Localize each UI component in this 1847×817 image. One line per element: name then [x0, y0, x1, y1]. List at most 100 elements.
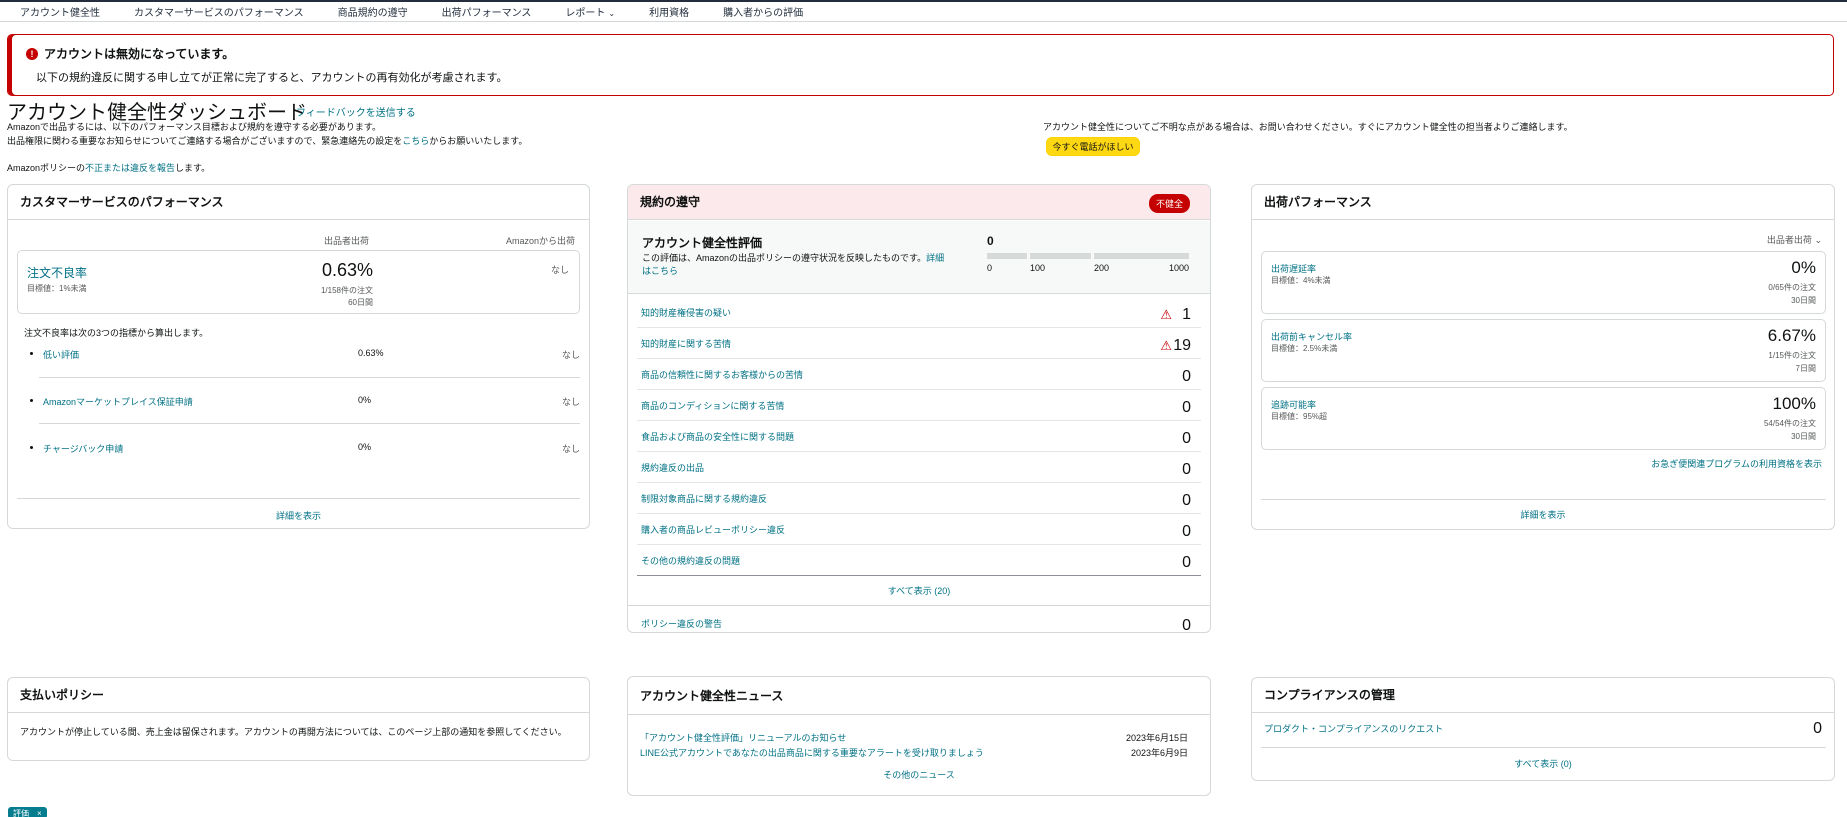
late-shipment-link[interactable]: 出荷遅延率 — [1271, 262, 1316, 275]
ahr-tick: 0 — [987, 263, 993, 273]
news-title: アカウント健全性ニュース — [628, 677, 1210, 715]
violation-row: 制限対象商品に関する規約違反 0 — [637, 483, 1201, 514]
nav-reports[interactable]: レポート ⌄ — [565, 4, 615, 19]
top-navigation: アカウント健全性 カスタマーサービスのパフォーマンス 商品規約の遵守 出荷パフォ… — [0, 0, 1847, 22]
warning-triangle-icon: ⚠ — [1160, 307, 1172, 322]
compliance-count: 0 — [1813, 720, 1822, 737]
sub-metric-value: 0% — [358, 395, 372, 405]
divider — [1261, 747, 1826, 748]
odr-link[interactable]: 注文不良率 — [27, 264, 87, 281]
a-to-z-claims-link[interactable]: Amazonマーケットプレイス保証申請 — [43, 395, 193, 408]
violation-row: 商品のコンディションに関する苦情 0 — [637, 390, 1201, 421]
metric-count: 54/54件の注文 — [1763, 419, 1816, 428]
compliance-management-card: コンプライアンスの管理 プロダクト・コンプライアンスのリクエスト 0 すべて表示… — [1251, 677, 1835, 781]
compliance-title: コンプライアンスの管理 — [1252, 678, 1834, 713]
nav-eligibility[interactable]: 利用資格 — [649, 4, 689, 19]
status-badge: 不健全 — [1148, 194, 1190, 213]
metric-period: 7日間 — [1795, 364, 1816, 373]
violation-row: 商品の信頼性に関するお客様からの苦情 0 — [637, 359, 1201, 390]
report-suffix: します。 — [175, 163, 211, 173]
nav-buyer-feedback[interactable]: 購入者からの評価 — [723, 4, 803, 19]
divider — [17, 498, 580, 499]
nav-account-health[interactable]: アカウント健全性 — [20, 4, 100, 19]
odr-count: 1/158件の注文 — [320, 286, 373, 295]
cancel-rate-box: 出荷前キャンセル率 目標値：2.5%未満 6.67% 1/15件の注文 7日間 — [1261, 319, 1826, 382]
divider — [39, 423, 580, 424]
chevron-down-icon: ⌄ — [608, 9, 616, 18]
metric-target: 目標値：4%未満 — [1271, 276, 1331, 285]
metric-period: 30日間 — [1791, 296, 1816, 305]
customer-details-link[interactable]: 詳細を表示 — [8, 509, 589, 522]
ahr-score: 0 — [987, 234, 994, 248]
alert-body: 以下の規約違反に関する申し立てが正常に完了すると、アカウントの再有効化が考慮され… — [36, 72, 508, 84]
policy-compliance-card: 規約の遵守 不健全 アカウント健全性評価 この評価は、Amazonの出品ポリシー… — [627, 184, 1211, 633]
fba-header: Amazonから出荷 — [505, 236, 575, 246]
authenticity-complaints-link[interactable]: 商品の信頼性に関するお客様からの苦情 — [641, 368, 803, 381]
nav-policy-compliance[interactable]: 商品規約の遵守 — [338, 4, 408, 19]
intro-line-1: Amazonで出品するには、以下のパフォーマンス目標および規約を遵守する必要があ… — [7, 122, 381, 132]
nav-customer-service[interactable]: カスタマーサービスのパフォーマンス — [134, 4, 304, 19]
violation-count: 0 — [1182, 492, 1191, 509]
violation-row: 購入者の商品レビューポリシー違反 0 — [637, 514, 1201, 545]
divider — [1261, 499, 1826, 500]
chip-label: 評価 — [13, 808, 29, 817]
news-item: LINE公式アカウントであなたの出品商品に関する重要なアラートを受け取りましょう… — [640, 746, 1200, 759]
show-all-violations-link[interactable]: すべて表示 (20) — [628, 584, 1210, 597]
ip-suspected-link[interactable]: 知的財産権侵害の疑い — [641, 306, 731, 319]
violation-row: 規約違反の出品 0 — [637, 452, 1201, 483]
ip-complaints-link[interactable]: 知的財産に関する苦情 — [641, 337, 731, 350]
tracking-rate-link[interactable]: 追跡可能率 — [1271, 398, 1316, 411]
report-prefix: Amazonポリシーの — [7, 163, 86, 173]
feedback-link[interactable]: フィードバックを送信する — [296, 104, 416, 119]
violation-count: 0 — [1182, 617, 1191, 633]
more-news-link[interactable]: その他のニュース — [628, 768, 1210, 781]
metric-target: 目標値：95%超 — [1271, 412, 1328, 421]
intro-line-2-tail: からお願いいたします。 — [429, 136, 528, 146]
chargeback-link[interactable]: チャージバック申請 — [43, 442, 123, 455]
review-policy-link[interactable]: 購入者の商品レビューポリシー違反 — [641, 523, 785, 536]
sub-metric-fba: なし — [561, 350, 580, 360]
report-line: Amazonポリシーの不正または違反を報告します。 — [7, 161, 210, 174]
metric-value: 100% — [1772, 394, 1816, 413]
cancel-rate-link[interactable]: 出荷前キャンセル率 — [1271, 330, 1352, 343]
contact-text: アカウント健全性についてご不明な点がある場合は、お問い合わせください。すぐにアカ… — [1043, 122, 1573, 132]
compliance-show-all-link[interactable]: すべて表示 (0) — [1252, 757, 1834, 770]
call-me-button[interactable]: 今すぐ電話がほしい — [1046, 137, 1140, 156]
listing-violations-link[interactable]: 規約違反の出品 — [641, 461, 704, 474]
report-violation-link[interactable]: 不正または違反を報告 — [85, 163, 175, 173]
seller-fulfilled-header: 出品者出荷 — [324, 236, 370, 246]
policy-warnings-link[interactable]: ポリシー違反の警告 — [641, 617, 722, 630]
fulfillment-filter-dropdown[interactable]: 出品者出荷 ⌄ — [1767, 233, 1822, 246]
nav-reports-label: レポート — [565, 8, 606, 19]
divider — [628, 605, 1210, 606]
news-link[interactable]: LINE公式アカウントであなたの出品商品に関する重要なアラートを受け取りましょう — [640, 748, 984, 758]
ahr-bar-critical — [987, 253, 1027, 259]
divider — [39, 377, 580, 378]
rating-chip[interactable]: 評価 × — [8, 807, 47, 817]
payment-policy-card: 支払いポリシー アカウントが停止している間、売上金は留保されます。アカウントの再… — [7, 677, 590, 761]
other-violations-link[interactable]: その他の規約違反の問題 — [641, 554, 740, 567]
close-icon[interactable]: × — [37, 809, 42, 817]
ahr-title: アカウント健全性評価 — [642, 236, 763, 250]
alert-title: アカウントは無効になっています。 — [44, 47, 235, 61]
news-link[interactable]: 「アカウント健全性評価」リニューアルのお知らせ — [640, 733, 846, 743]
violation-count: 0 — [1182, 368, 1191, 385]
payment-policy-text: アカウントが停止している間、売上金は留保されます。アカウントの再開方法については… — [20, 727, 567, 737]
violation-count: 1 — [1182, 306, 1191, 323]
nav-shipping-performance[interactable]: 出荷パフォーマンス — [442, 4, 532, 19]
restricted-products-link[interactable]: 制限対象商品に関する規約違反 — [641, 492, 767, 505]
emergency-contact-link[interactable]: こちら — [402, 136, 429, 146]
condition-complaints-link[interactable]: 商品のコンディションに関する苦情 — [641, 399, 784, 412]
chevron-down-icon: ⌄ — [1814, 235, 1822, 245]
calc-note: 注文不良率は次の3つの指標から算出します。 — [24, 328, 209, 338]
compliance-request-link[interactable]: プロダクト・コンプライアンスのリクエスト — [1264, 722, 1443, 735]
negative-feedback-link[interactable]: 低い評価 — [43, 348, 79, 361]
fast-shipping-eligibility-link[interactable]: お急ぎ便関連プログラムの利用資格を表示 — [1651, 457, 1822, 470]
sub-metric-row: チャージバック申請 0% なし — [30, 442, 580, 462]
fulfillment-filter-label: 出品者出荷 — [1766, 235, 1812, 245]
safety-issues-link[interactable]: 食品および商品の安全性に関する問題 — [641, 430, 794, 443]
account-deactivated-alert: ! アカウントは無効になっています。 以下の規約違反に関する申し立てが正常に完了… — [7, 34, 1834, 96]
shipping-details-link[interactable]: 詳細を表示 — [1252, 508, 1834, 521]
account-health-rating: アカウント健全性評価 この評価は、Amazonの出品ポリシーの遵守状況を反映した… — [628, 221, 1210, 294]
odr-box: 注文不良率 目標値：1%未満 0.63% 1/158件の注文 60日間 なし — [17, 250, 580, 314]
